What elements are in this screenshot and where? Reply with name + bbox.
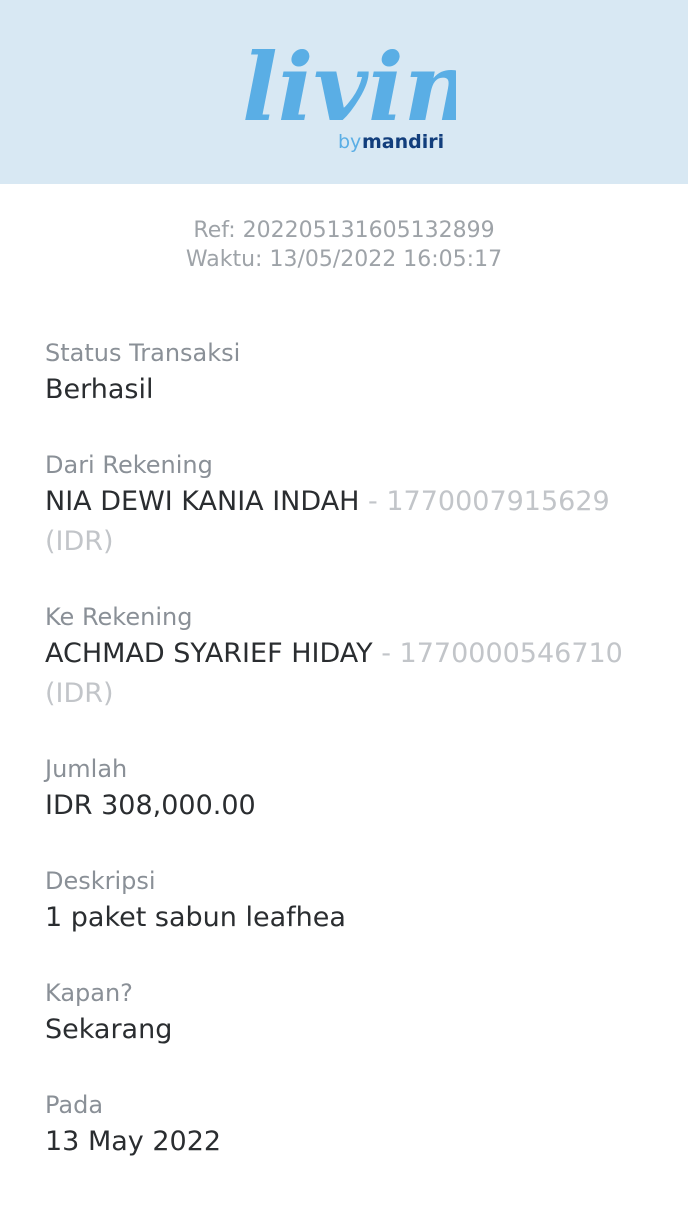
livin-mandiri-logo: livin' by mandiri (236, 28, 456, 156)
from-account-currency: (IDR) (45, 526, 114, 557)
from-account-label: Dari Rekening (45, 451, 213, 479)
date-label: Pada (45, 1091, 104, 1119)
status-value: Berhasil (45, 374, 154, 405)
amount-field: Jumlah IDR 308,000.00 (45, 752, 645, 826)
from-account-value: NIA DEWI KANIA INDAH - 1770007915629 (IDR… (45, 482, 645, 562)
status-label: Status Transaksi (45, 339, 241, 367)
description-field: Deskripsi 1 paket sabun leafhea (45, 864, 645, 938)
description-label: Deskripsi (45, 867, 156, 895)
amount-value: IDR 308,000.00 (45, 790, 256, 821)
to-account-field: Ke Rekening ACHMAD SYARIEF HIDAY - 17700… (45, 600, 645, 714)
to-account-value: ACHMAD SYARIEF HIDAY - 1770000546710 (IDR… (45, 634, 645, 714)
date-value: 13 May 2022 (45, 1126, 222, 1157)
reference-number: Ref: 202205131605132899 (193, 218, 495, 243)
description-value: 1 paket sabun leafhea (45, 902, 346, 933)
app-header: livin' by mandiri (0, 0, 688, 184)
logo-wordmark: livin' (242, 33, 456, 143)
when-label: Kapan? (45, 979, 133, 1007)
from-account-field: Dari Rekening NIA DEWI KANIA INDAH - 177… (45, 448, 645, 562)
to-account-currency: (IDR) (45, 678, 114, 709)
from-account-name: NIA DEWI KANIA INDAH (45, 486, 360, 517)
when-value: Sekarang (45, 1014, 173, 1045)
logo-by: by (338, 131, 361, 153)
to-account-name: ACHMAD SYARIEF HIDAY (45, 638, 373, 669)
amount-label: Jumlah (45, 755, 128, 783)
when-field: Kapan? Sekarang (45, 976, 645, 1050)
to-account-number: - 1770000546710 (372, 638, 623, 669)
from-account-number: - 1770007915629 (359, 486, 610, 517)
date-field: Pada 13 May 2022 (45, 1088, 645, 1162)
logo-brand: mandiri (362, 131, 444, 153)
to-account-label: Ke Rekening (45, 603, 193, 631)
receipt-meta: Ref: 202205131605132899 Waktu: 13/05/202… (0, 216, 688, 274)
status-field: Status Transaksi Berhasil (45, 336, 645, 410)
transaction-time: Waktu: 13/05/2022 16:05:17 (185, 247, 503, 272)
